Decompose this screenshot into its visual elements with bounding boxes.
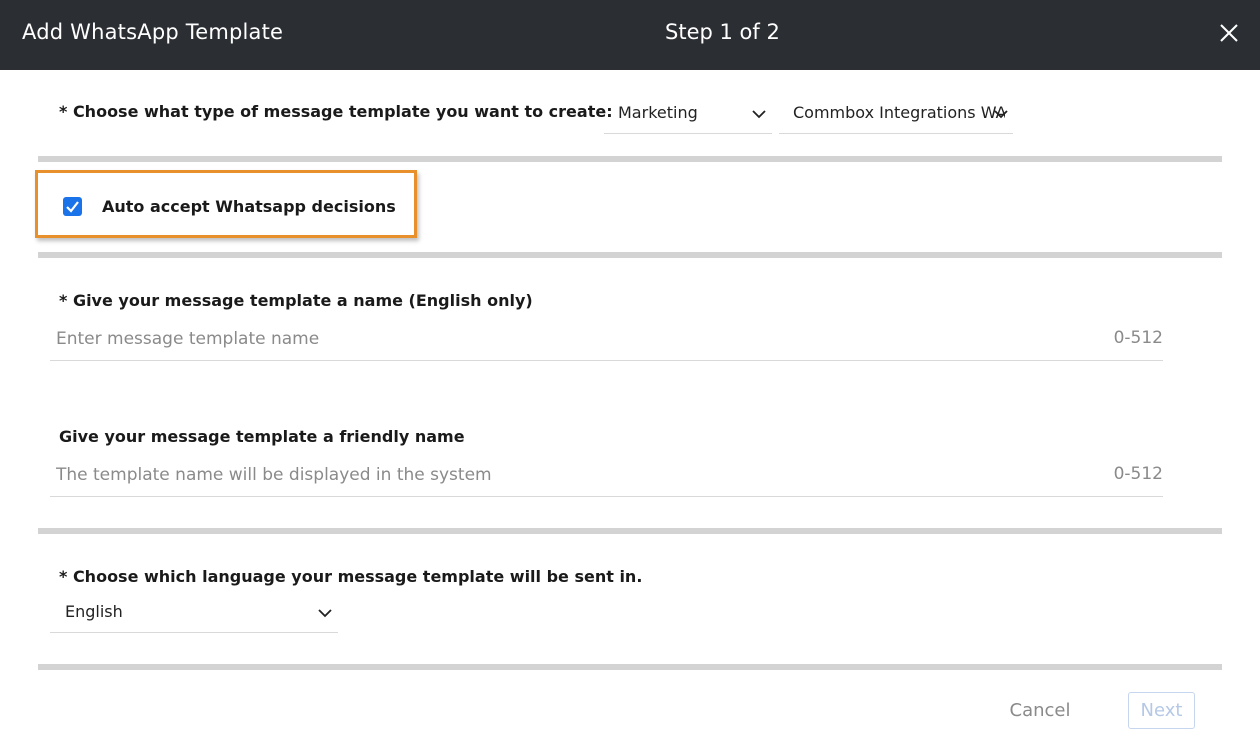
chevron-down-icon xyxy=(317,605,333,621)
friendly-name-counter: 0-512 xyxy=(1113,464,1163,484)
template-name-label: * Give your message template a name (Eng… xyxy=(59,291,533,310)
language-label: * Choose which language your message tem… xyxy=(59,567,643,586)
language-select[interactable]: English xyxy=(50,592,338,633)
template-type-label: * Choose what type of message template y… xyxy=(59,102,613,121)
section-divider xyxy=(38,528,1222,534)
section-divider xyxy=(38,252,1222,258)
section-divider xyxy=(38,664,1222,670)
auto-accept-label: Auto accept Whatsapp decisions xyxy=(102,197,396,216)
auto-accept-checkbox[interactable] xyxy=(63,197,82,216)
chevron-down-icon xyxy=(993,106,1009,122)
template-name-counter: 0-512 xyxy=(1113,328,1163,348)
section-divider xyxy=(38,156,1222,162)
chevron-down-icon xyxy=(751,106,767,122)
cancel-button[interactable]: Cancel xyxy=(995,693,1085,729)
language-select-value: English xyxy=(65,602,123,621)
dialog-title: Add WhatsApp Template xyxy=(22,20,284,44)
account-select-value: Commbox Integrations WA xyxy=(793,103,1005,122)
close-icon[interactable] xyxy=(1216,20,1242,46)
template-name-field[interactable]: 0-512 xyxy=(50,320,1163,361)
friendly-name-field[interactable]: 0-512 xyxy=(50,456,1163,497)
next-button[interactable]: Next xyxy=(1128,692,1195,729)
friendly-name-input[interactable] xyxy=(56,462,1056,488)
category-select[interactable]: Marketing xyxy=(604,93,772,134)
account-select[interactable]: Commbox Integrations WA xyxy=(779,93,1013,134)
category-select-value: Marketing xyxy=(618,103,698,122)
friendly-name-label: Give your message template a friendly na… xyxy=(59,427,465,446)
template-name-input[interactable] xyxy=(56,326,1056,352)
dialog-header: Add WhatsApp Template Step 1 of 2 xyxy=(0,0,1260,70)
step-indicator: Step 1 of 2 xyxy=(665,20,780,44)
add-whatsapp-template-dialog: Add WhatsApp Template Step 1 of 2 * Choo… xyxy=(0,0,1260,751)
